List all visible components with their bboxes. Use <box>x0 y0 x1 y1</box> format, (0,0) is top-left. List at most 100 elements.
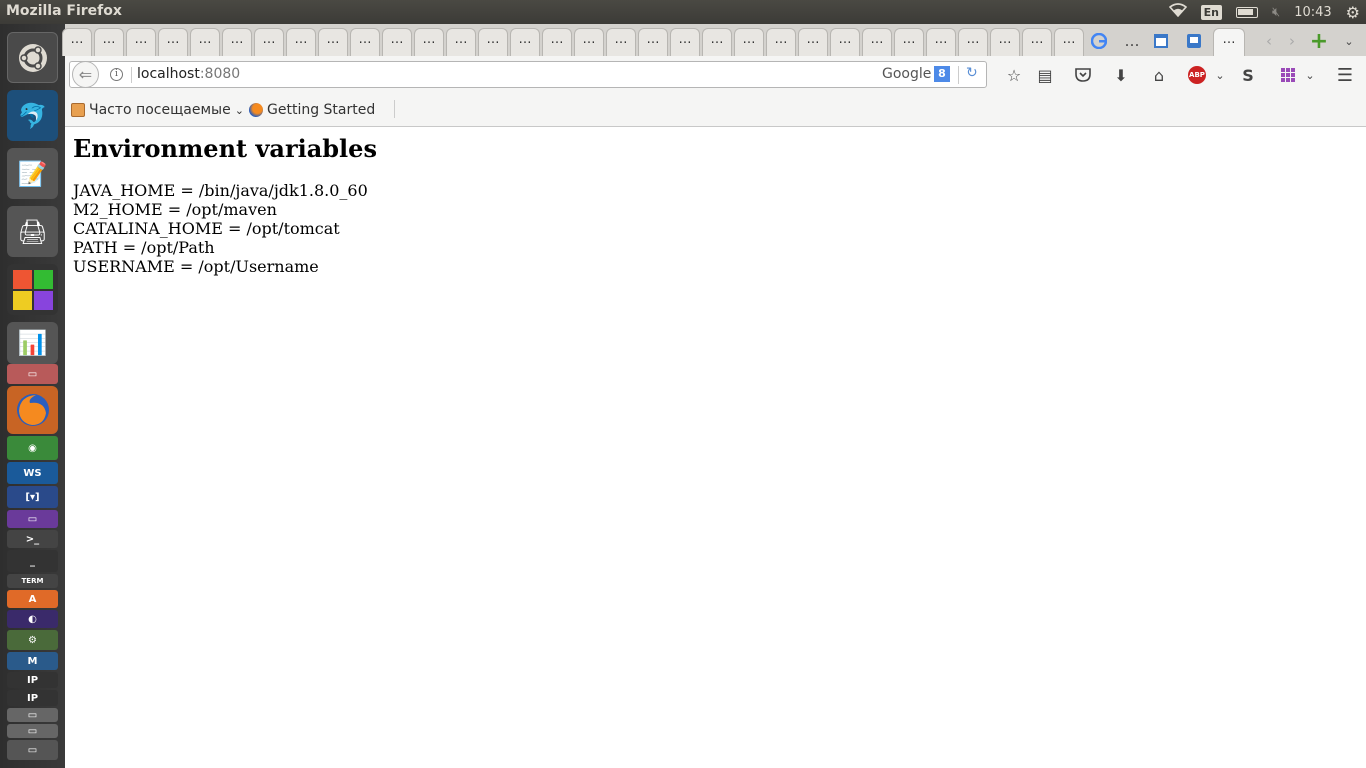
tab[interactable]: … <box>94 28 124 56</box>
env-variable-line: USERNAME = /opt/Username <box>73 257 319 276</box>
tab[interactable]: … <box>222 28 252 56</box>
xterm-icon[interactable]: TERM <box>7 574 58 588</box>
tab-group-icon[interactable] <box>1149 29 1173 53</box>
tab[interactable]: … <box>350 28 380 56</box>
tab[interactable]: … <box>574 28 604 56</box>
tab[interactable]: … <box>638 28 668 56</box>
webstorm-icon[interactable]: WS <box>7 462 58 484</box>
search-engine-label[interactable]: Google <box>882 66 931 82</box>
database-icon[interactable]: M <box>7 652 58 670</box>
tab[interactable]: … <box>670 28 700 56</box>
terminal-icon-3[interactable]: _ <box>7 550 58 572</box>
url-text[interactable]: localhost:8080 <box>137 66 240 82</box>
bookmark-label: Getting Started <box>267 102 376 118</box>
eclipse-icon[interactable]: ◐ <box>7 610 58 628</box>
tab-overflow-button[interactable]: … <box>1120 29 1144 53</box>
trash-icon[interactable]: ▭ <box>7 740 58 760</box>
tab[interactable]: … <box>382 28 412 56</box>
tab[interactable]: … <box>414 28 444 56</box>
env-variable-line: M2_HOME = /opt/maven <box>73 200 277 219</box>
clock[interactable]: 10:43 <box>1294 5 1331 20</box>
reload-icon[interactable]: ↻ <box>966 65 978 81</box>
terminal-icon[interactable]: ▭ <box>7 510 58 528</box>
volume-muted-icon[interactable]: 🔇︎ <box>1272 5 1280 20</box>
tab[interactable]: … <box>1022 28 1052 56</box>
battery-icon[interactable] <box>1235 6 1258 18</box>
url-port: :8080 <box>199 66 241 82</box>
tab[interactable]: … <box>126 28 156 56</box>
drive-icon[interactable]: ▭ <box>7 708 58 722</box>
grid-addon-dropdown-icon[interactable]: ⌄ <box>1299 64 1321 86</box>
tab[interactable]: … <box>606 28 636 56</box>
home-icon[interactable]: ⌂ <box>1148 64 1170 86</box>
tab[interactable]: … <box>254 28 284 56</box>
tab[interactable]: … <box>510 28 540 56</box>
tab[interactable]: … <box>830 28 860 56</box>
terminal-icon-2[interactable]: >_ <box>7 530 58 548</box>
navigation-toolbar: ⇐ i localhost:8080 Google 8 ↻ ☆ ▤ ⬇ ⌂ AB… <box>65 56 1366 94</box>
tab-list-chevron-icon[interactable]: ⌄ <box>1337 29 1361 53</box>
bookmark-getting-started[interactable]: Getting Started <box>249 102 375 118</box>
tab[interactable]: … <box>926 28 956 56</box>
scroll-right-icon[interactable]: › <box>1280 29 1304 53</box>
google-tab-icon[interactable] <box>1087 29 1111 53</box>
tab[interactable]: … <box>990 28 1020 56</box>
keyboard-layout-indicator[interactable]: En <box>1200 4 1222 20</box>
firefox-icon[interactable] <box>7 386 58 434</box>
back-icon[interactable]: ⇐ <box>72 61 99 88</box>
tab[interactable]: … <box>542 28 572 56</box>
bookmark-most-visited[interactable]: Часто посещаемые ⌄ <box>71 102 244 118</box>
text-editor-icon[interactable]: 📝 <box>7 148 58 199</box>
site-info-icon[interactable]: i <box>110 68 123 81</box>
scroll-left-icon[interactable]: ‹ <box>1257 29 1281 53</box>
scanner-icon[interactable]: 🖨 <box>7 206 58 257</box>
software-center-icon[interactable]: A <box>7 590 58 608</box>
ip-tool-icon-2[interactable]: IP <box>7 690 58 706</box>
tab[interactable]: … <box>798 28 828 56</box>
system-monitor-icon[interactable]: 📊 <box>7 322 58 364</box>
grid-addon-icon[interactable] <box>1277 64 1299 86</box>
tab[interactable]: … <box>894 28 924 56</box>
pocket-icon[interactable] <box>1072 64 1094 86</box>
tab[interactable]: … <box>478 28 508 56</box>
adblock-icon[interactable]: ABP <box>1186 64 1208 86</box>
url-separator <box>131 67 132 83</box>
ip-tool-icon[interactable]: IP <box>7 672 58 688</box>
gear-icon[interactable]: ⚙ <box>1346 3 1360 22</box>
wifi-icon[interactable] <box>1168 3 1187 21</box>
android-studio-icon[interactable]: ⚙ <box>7 630 58 650</box>
drive-icon-2[interactable]: ▭ <box>7 724 58 738</box>
adblock-dropdown-icon[interactable]: ⌄ <box>1209 64 1231 86</box>
env-variable-line: JAVA_HOME = /bin/java/jdk1.8.0_60 <box>73 181 368 200</box>
tab[interactable]: … <box>286 28 316 56</box>
firefox-window: …………………………………………………………………………………… … … ‹ ›… <box>62 24 1366 768</box>
tab[interactable]: … <box>958 28 988 56</box>
reading-list-icon[interactable]: ▤ <box>1034 64 1056 86</box>
bookmark-star-icon[interactable]: ☆ <box>1003 64 1025 86</box>
tab[interactable]: … <box>766 28 796 56</box>
hamburger-menu-icon[interactable]: ☰ <box>1334 64 1356 86</box>
new-tab-icon[interactable]: + <box>1307 29 1331 54</box>
tab[interactable]: … <box>158 28 188 56</box>
colorful-app-icon[interactable] <box>7 264 58 315</box>
tab[interactable]: … <box>1054 28 1084 56</box>
code-editor-icon[interactable]: [▾] <box>7 486 58 508</box>
tab[interactable]: … <box>190 28 220 56</box>
tab[interactable]: … <box>862 28 892 56</box>
tab[interactable]: … <box>446 28 476 56</box>
addon-s-icon[interactable]: S <box>1237 64 1259 86</box>
page-heading: Environment variables <box>73 134 377 163</box>
ubuntu-dash-icon[interactable] <box>7 32 58 83</box>
tab[interactable]: … <box>318 28 348 56</box>
search-engine-icon[interactable]: 8 <box>934 66 950 82</box>
tab[interactable]: … <box>62 28 92 56</box>
tab[interactable]: … <box>734 28 764 56</box>
chrome-icon[interactable]: ◉ <box>7 436 58 460</box>
chat-tab-icon[interactable] <box>1182 29 1206 53</box>
tab-active[interactable]: … <box>1213 28 1245 56</box>
files-icon[interactable]: ▭ <box>7 364 58 384</box>
mysql-workbench-icon[interactable]: 🐬 <box>7 90 58 141</box>
tab[interactable]: … <box>702 28 732 56</box>
url-bar[interactable]: ⇐ i localhost:8080 Google 8 ↻ <box>69 61 987 88</box>
download-icon[interactable]: ⬇ <box>1110 64 1132 86</box>
